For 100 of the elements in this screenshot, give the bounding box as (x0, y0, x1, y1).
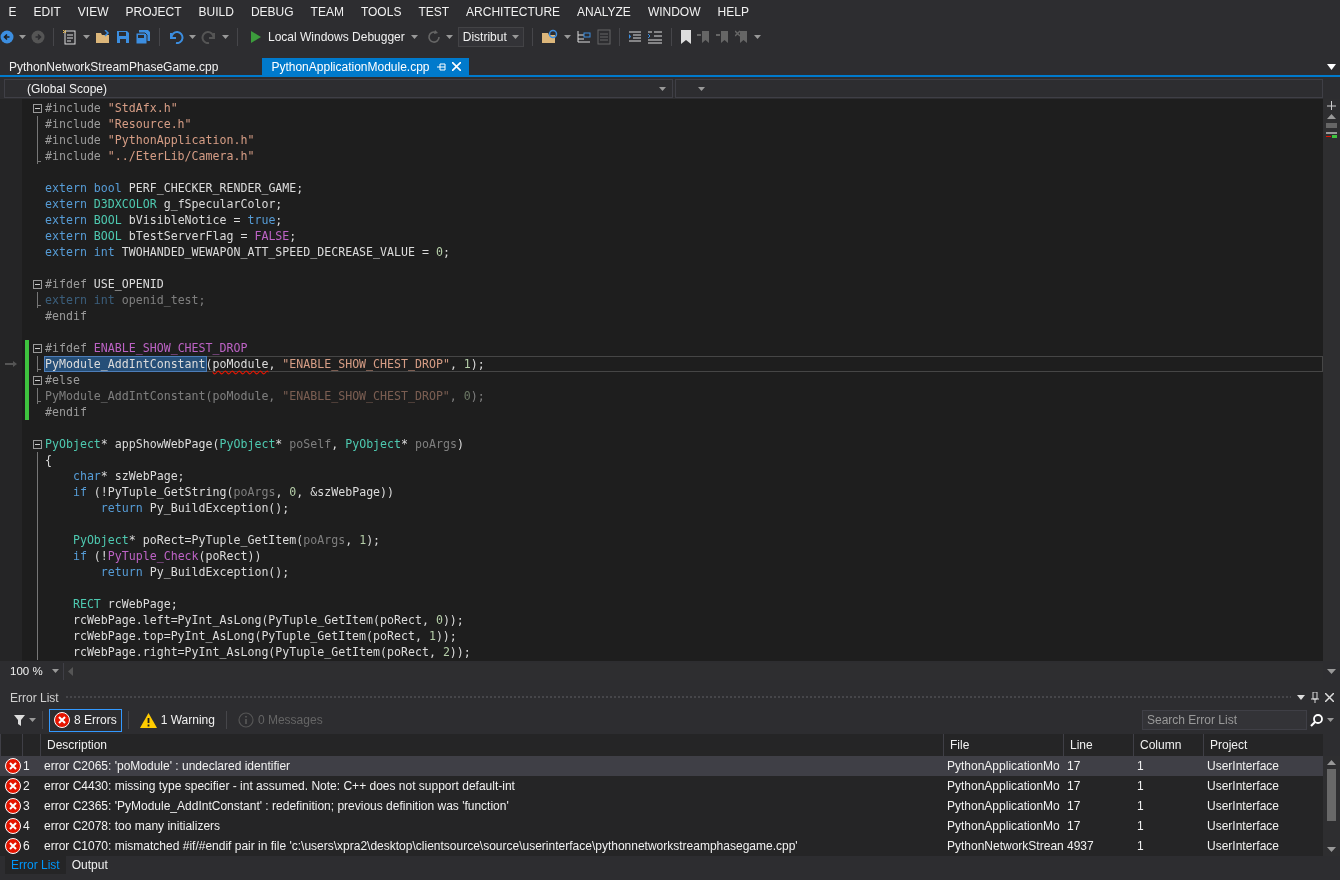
table-cell-text: PythonApplicationMo (946, 799, 1061, 813)
menu-item[interactable]: ARCHITECTURE (457, 5, 569, 19)
code-line: extern BOOL bTestServerFlag = FALSE; (45, 229, 297, 243)
code-line: #endif (45, 405, 87, 419)
menu-item[interactable]: TEST (409, 5, 458, 19)
caret-icon[interactable] (189, 35, 196, 39)
code-line: rcWebPage.top=PyInt_AsLong(PyTuple_GetItem(poRect, 1)); (71, 629, 457, 643)
window-menu-icon[interactable] (1297, 695, 1305, 700)
indent-icon[interactable] (627, 30, 642, 44)
collapse-icon[interactable] (33, 280, 42, 289)
caret-icon[interactable] (445, 35, 453, 39)
comment-lines-icon[interactable] (646, 30, 663, 44)
panel-tab[interactable]: Error List (5, 856, 66, 874)
panel-title: Error List (10, 690, 59, 705)
scope-dropdown[interactable]: (Global Scope) (4, 79, 673, 98)
code-line: #endif (45, 309, 87, 323)
error-icon (5, 838, 21, 854)
clear-bookmarks-icon[interactable] (734, 30, 749, 44)
menu-item[interactable]: TEAM (302, 5, 353, 19)
tree-icon[interactable] (575, 30, 592, 44)
collapse-icon[interactable] (33, 104, 42, 113)
code-line: rcWebPage.left=PyInt_AsLong(PyTuple_GetItem(poRect, 0)); (71, 613, 464, 627)
filter-button[interactable]: 8 Errors (49, 708, 122, 732)
code-line: #include "Resource.h" (45, 117, 192, 131)
code-line: char* szWebPage; (71, 469, 185, 483)
collapse-icon[interactable] (33, 440, 42, 449)
bookmark-icon[interactable] (679, 30, 692, 44)
table-cell-text: PythonApplicationMo (946, 759, 1061, 773)
scroll-up-icon[interactable] (1327, 760, 1336, 765)
menu-item[interactable]: HELP (709, 5, 758, 19)
scroll-thumb[interactable] (1326, 123, 1337, 128)
info-icon (237, 712, 254, 728)
table-cell-text: 17 (1066, 759, 1082, 773)
table-cell-text: 17 (1066, 799, 1082, 813)
menu-item[interactable]: DEBUG (242, 5, 303, 19)
selected-row[interactable]: 1 error C2065: 'poModule' : undeclared identifier PythonApplicationMo 17 1 UserInterface (0, 756, 1323, 776)
back-icon[interactable] (0, 30, 14, 44)
menu-item[interactable]: PROJECT (117, 5, 191, 19)
error-icon (5, 778, 21, 794)
caret-icon[interactable] (19, 35, 26, 39)
code-line: PyModule_AddIntConstant(poModule, "ENABLE_SHOW_CHEST_DROP", 0); (45, 389, 485, 403)
collapse-icon[interactable] (33, 376, 42, 385)
document-tab[interactable]: PythonNetworkStreamPhaseGame.cpp (0, 58, 227, 75)
configuration-dropdown[interactable]: Distribut (457, 27, 524, 47)
close-icon[interactable] (1325, 693, 1334, 702)
table-cell-text: PythonNetworkStrean (946, 839, 1063, 853)
menu-item[interactable]: EDIT (25, 5, 70, 19)
caret-icon[interactable] (753, 35, 761, 39)
table-cell-text: UserInterface (1206, 819, 1281, 833)
table-cell-text: PythonApplicationMo (946, 779, 1061, 793)
table-cell-text: 1 (1136, 839, 1145, 853)
caret-icon[interactable] (410, 35, 418, 39)
caret-icon[interactable] (52, 669, 59, 673)
scroll-down-icon[interactable] (1327, 668, 1336, 674)
debug-button[interactable]: Local Windows Debugger (246, 26, 422, 48)
scroll-up-icon[interactable] (1327, 114, 1336, 119)
caret-icon[interactable] (659, 86, 666, 91)
code-line: { (45, 453, 52, 467)
new-item-icon[interactable] (62, 29, 78, 45)
caret-icon[interactable] (563, 35, 571, 39)
menu-item[interactable]: ANALYZE (568, 5, 640, 19)
find-in-files-icon[interactable] (540, 29, 559, 45)
table-cell-text: 1 (1136, 779, 1145, 793)
filter-icon[interactable] (14, 714, 25, 726)
table-cell-text: 4 (22, 819, 31, 833)
error-icon (5, 758, 21, 774)
pin-icon[interactable] (1311, 692, 1319, 703)
collapse-icon[interactable] (33, 344, 42, 353)
save-all-icon[interactable] (135, 30, 151, 44)
table-cell-text: error C2365: 'PyModule_AddIntConstant' : redefinition; previous definition was 'function' (43, 799, 510, 813)
code-line: #include "StdAfx.h" (45, 101, 178, 115)
next-bookmark-icon[interactable] (715, 30, 730, 44)
caret-icon[interactable] (698, 86, 705, 91)
menu-item[interactable]: VIEW (69, 5, 118, 19)
undo-icon[interactable] (168, 30, 184, 44)
search-icon[interactable] (1310, 713, 1323, 727)
code-line: extern int TWOHANDED_WEWAPON_ATT_SPEED_DECREASE_VALUE = 0; (45, 245, 450, 259)
tab-list-icon[interactable] (1327, 63, 1336, 70)
search-field[interactable]: Search Error List (1142, 710, 1307, 730)
caret-icon[interactable] (29, 718, 36, 722)
menu-item[interactable]: E (0, 5, 25, 19)
open-folder-icon[interactable] (95, 30, 111, 44)
caret-icon[interactable] (222, 35, 229, 39)
save-icon[interactable] (116, 30, 130, 44)
table-cell-text: UserInterface (1206, 759, 1281, 773)
panel-tab[interactable]: Output (65, 856, 114, 874)
table-cell-text: 6 (22, 839, 31, 853)
scroll-down-icon[interactable] (1327, 847, 1336, 852)
menu-item[interactable]: TOOLS (352, 5, 410, 19)
menu-item[interactable]: WINDOW (639, 5, 710, 19)
refresh-icon[interactable] (426, 30, 441, 44)
filter-button[interactable]: 1 Warning (134, 708, 220, 732)
play-icon (250, 30, 262, 44)
scroll-up-icon[interactable] (1327, 101, 1336, 110)
menu-item[interactable]: BUILD (190, 5, 243, 19)
code-line: if (!PyTuple_GetString(poArgs, 0, &szWebPage)) (71, 485, 395, 499)
caret-icon[interactable] (511, 35, 519, 39)
caret-icon[interactable] (83, 35, 90, 39)
code-line: rcWebPage.right=PyInt_AsLong(PyTuple_GetItem(poRect, 2)); (71, 645, 471, 659)
caret-icon[interactable] (1327, 718, 1334, 722)
